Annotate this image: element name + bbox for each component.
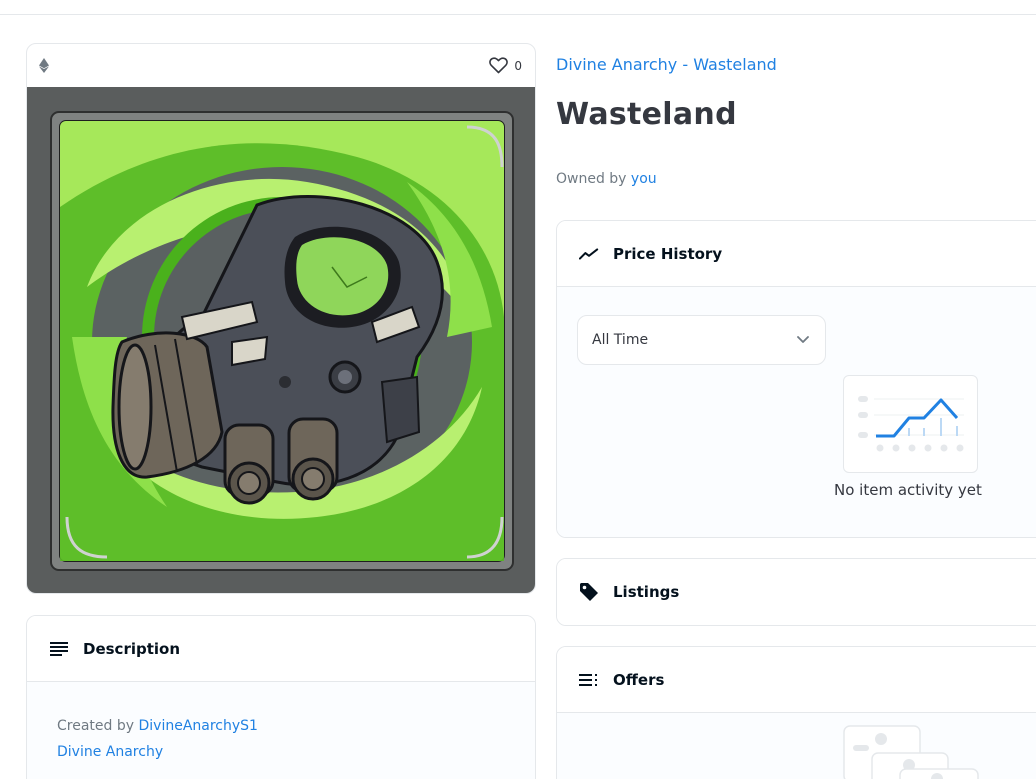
price-history-body: All Time No item activity yet xyxy=(557,287,1036,537)
owner-link[interactable]: you xyxy=(631,171,657,187)
created-by-line: Created by DivineAnarchyS1 xyxy=(57,718,505,734)
top-navbar xyxy=(0,0,1036,15)
list-icon xyxy=(579,670,599,690)
listings-header[interactable]: Listings xyxy=(557,559,1036,625)
heart-icon xyxy=(489,57,509,74)
gas-mask-artwork xyxy=(50,111,514,571)
item-title: Wasteland xyxy=(556,97,737,132)
trending-icon xyxy=(579,244,599,264)
chevron-down-icon xyxy=(797,332,809,348)
favorite-button[interactable]: 0 xyxy=(489,57,522,74)
listings-title: Listings xyxy=(613,583,680,601)
time-range-value: All Time xyxy=(592,332,649,348)
item-media-card: 0 xyxy=(26,43,536,594)
favorite-count: 0 xyxy=(514,58,522,73)
price-history-title: Price History xyxy=(613,244,723,263)
item-image[interactable] xyxy=(27,87,535,593)
offers-title: Offers xyxy=(613,670,665,689)
description-panel: Description Created by DivineAnarchyS1 D… xyxy=(26,615,536,779)
subject-lines-icon xyxy=(49,639,69,659)
description-header[interactable]: Description xyxy=(27,616,535,682)
created-by-label: Created by xyxy=(57,718,135,734)
offers-body xyxy=(557,713,1036,779)
price-history-panel: Price History All Time No item activity … xyxy=(556,220,1036,538)
owned-by-label: Owned by xyxy=(556,171,627,187)
offers-header[interactable]: Offers xyxy=(557,647,1036,713)
collection-link[interactable]: Divine Anarchy - Wasteland xyxy=(556,55,777,74)
time-range-select[interactable]: All Time xyxy=(577,315,826,365)
ethereum-icon[interactable] xyxy=(39,58,51,74)
empty-offers-illustration xyxy=(843,725,979,779)
description-body: Created by DivineAnarchyS1 Divine Anarch… xyxy=(27,682,535,779)
description-collection-link[interactable]: Divine Anarchy xyxy=(57,744,163,760)
creator-link[interactable]: DivineAnarchyS1 xyxy=(138,718,257,734)
description-title: Description xyxy=(83,639,181,658)
media-header: 0 xyxy=(27,44,535,87)
collection-line: Divine Anarchy xyxy=(57,744,505,760)
empty-activity-message: No item activity yet xyxy=(834,481,982,499)
price-history-header[interactable]: Price History xyxy=(557,221,1036,287)
listings-panel: Listings xyxy=(556,558,1036,626)
tag-icon xyxy=(579,582,599,602)
empty-chart-illustration xyxy=(843,375,978,473)
owned-by: Owned by you xyxy=(556,171,657,187)
offers-panel: Offers xyxy=(556,646,1036,779)
